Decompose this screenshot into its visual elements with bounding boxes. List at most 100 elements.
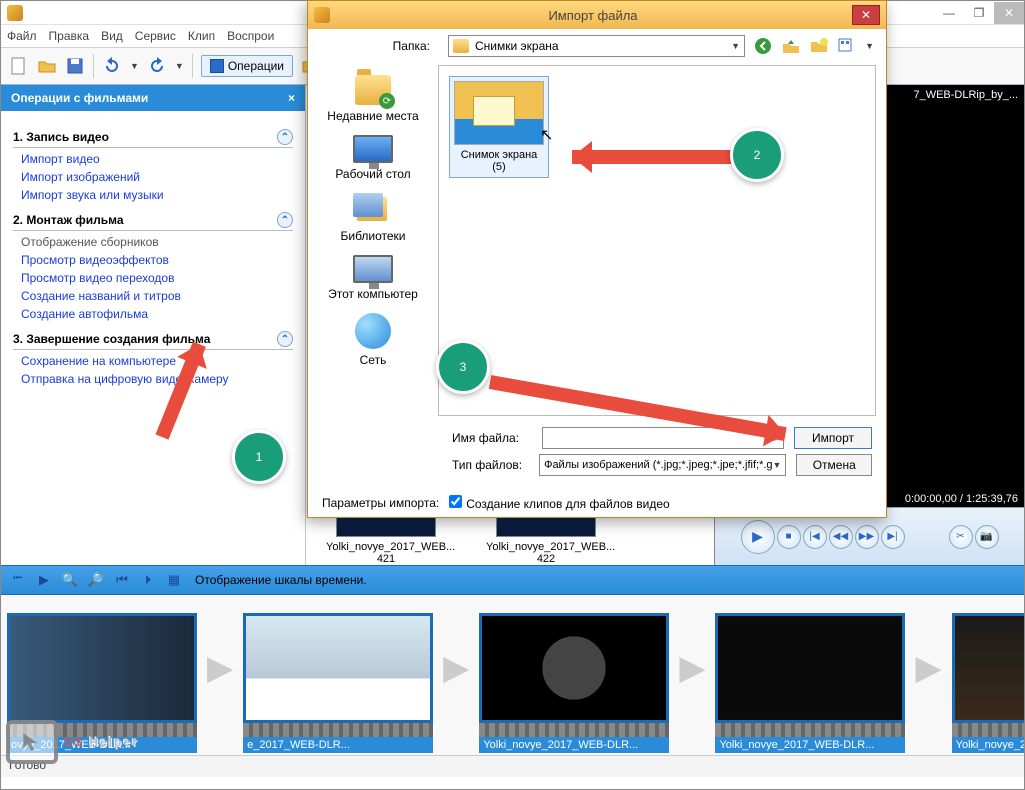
stop-button[interactable]: ■ bbox=[777, 525, 801, 549]
open-icon[interactable] bbox=[37, 56, 57, 76]
redo-icon[interactable] bbox=[147, 56, 167, 76]
dialog-title: Импорт файла bbox=[334, 8, 852, 23]
play-all-icon[interactable]: ⏵ bbox=[139, 571, 157, 589]
skip-back-icon[interactable]: ⭰ bbox=[9, 571, 27, 589]
next-button[interactable]: ▶| bbox=[881, 525, 905, 549]
save-icon[interactable] bbox=[65, 56, 85, 76]
transition-slot[interactable]: ▶ bbox=[207, 613, 233, 723]
callout-1: 1 bbox=[232, 430, 286, 484]
clip-label: Yolki_novye_2017_WEB... 422 bbox=[486, 541, 606, 565]
clip-label: Yolki_novye_2017_WEB... 421 bbox=[326, 541, 446, 565]
place-libraries[interactable]: Библиотеки bbox=[312, 193, 434, 243]
storyboard-clip[interactable]: Yolki_novye_2017_WEB-DLR... bbox=[952, 613, 1024, 753]
preview-timecode: 0:00:00,00 / 1:25:39,76 bbox=[905, 493, 1018, 505]
menu-clip[interactable]: Клип bbox=[188, 29, 215, 43]
filetype-dropdown[interactable]: Файлы изображений (*.jpg;*.jpeg;*.jpe;*.… bbox=[539, 454, 786, 476]
link-import-images[interactable]: Импорт изображений bbox=[21, 170, 293, 184]
text-show-collections: Отображение сборников bbox=[21, 235, 293, 249]
storyboard-clip[interactable]: Yolki_novye_2017_WEB-DLR... bbox=[479, 613, 669, 753]
new-folder-icon[interactable] bbox=[809, 36, 829, 56]
up-folder-icon[interactable] bbox=[781, 36, 801, 56]
link-titles-credits[interactable]: Создание названий и титров bbox=[21, 289, 293, 303]
snapshot-button[interactable]: 📷 bbox=[975, 525, 999, 549]
operations-label: Операции bbox=[228, 59, 284, 73]
filetype-label: Тип файлов: bbox=[452, 458, 539, 472]
place-desktop[interactable]: Рабочий стол bbox=[312, 135, 434, 181]
link-import-audio[interactable]: Импорт звука или музыки bbox=[21, 188, 293, 202]
undo-icon[interactable] bbox=[102, 56, 122, 76]
dialog-toolbar: Папка: Снимки экрана ▼ ▼ bbox=[308, 29, 886, 63]
zoom-out-icon[interactable]: 🔎 bbox=[87, 571, 105, 589]
link-video-transitions[interactable]: Просмотр видео переходов bbox=[21, 271, 293, 285]
maximize-button[interactable]: ❐ bbox=[964, 2, 994, 24]
transition-slot[interactable]: ▶ bbox=[679, 613, 705, 723]
transition-slot[interactable]: ▶ bbox=[443, 613, 469, 723]
statusbar: Готово bbox=[1, 755, 1024, 777]
dialog-icon bbox=[314, 7, 330, 23]
place-computer[interactable]: Этот компьютер bbox=[312, 255, 434, 301]
section-capture-video: 1. Запись видео ⌃ bbox=[13, 129, 293, 148]
timeline-mode-label: Отображение шкалы времени. bbox=[195, 573, 367, 587]
menu-tools[interactable]: Сервис bbox=[135, 29, 176, 43]
chevron-up-icon[interactable]: ⌃ bbox=[277, 212, 293, 228]
file-thumbnail bbox=[454, 81, 544, 145]
dialog-titlebar[interactable]: Импорт файла ✕ bbox=[308, 1, 886, 29]
view-menu-icon[interactable] bbox=[837, 36, 857, 56]
place-network[interactable]: Сеть bbox=[312, 313, 434, 367]
chevron-up-icon[interactable]: ⌃ bbox=[277, 331, 293, 347]
split-button[interactable]: ✂ bbox=[949, 525, 973, 549]
dialog-close-button[interactable]: ✕ bbox=[852, 5, 880, 25]
zoom-in-icon[interactable]: 🔍 bbox=[61, 571, 79, 589]
place-recent[interactable]: ⟳Недавние места bbox=[312, 75, 434, 123]
task-pane-title: Операции с фильмами bbox=[11, 91, 148, 105]
cursor-icon: ↖ bbox=[540, 125, 553, 145]
minimize-button[interactable]: — bbox=[934, 2, 964, 24]
create-clips-checkbox[interactable]: Создание клипов для файлов видео bbox=[449, 495, 669, 511]
app-icon bbox=[7, 5, 23, 21]
storyboard-clip[interactable]: e_2017_WEB-DLR... bbox=[243, 613, 433, 753]
file-label: Снимок экрана (5) bbox=[454, 149, 544, 173]
menu-view[interactable]: Вид bbox=[101, 29, 123, 43]
menu-play[interactable]: Воспрои bbox=[227, 29, 274, 43]
timeline-toolbar: ⭰ ▶ 🔍 🔎 ⏮ ⏵ ▦ Отображение шкалы времени. bbox=[1, 565, 1024, 595]
storyboard-clip[interactable]: Yolki_novye_2017_WEB-DLR... bbox=[715, 613, 905, 753]
filename-label: Имя файла: bbox=[452, 431, 542, 445]
close-button[interactable]: ✕ bbox=[994, 2, 1024, 24]
task-pane-header: Операции с фильмами × bbox=[1, 85, 305, 111]
menu-file[interactable]: Файл bbox=[7, 29, 37, 43]
chevron-up-icon[interactable]: ⌃ bbox=[277, 129, 293, 145]
folder-value: Снимки экрана bbox=[475, 39, 559, 53]
logo-helper: Helper bbox=[89, 735, 138, 749]
menu-edit[interactable]: Правка bbox=[49, 29, 90, 43]
task-pane-close-icon[interactable]: × bbox=[288, 91, 295, 105]
arrow-2 bbox=[572, 150, 732, 164]
new-icon[interactable] bbox=[9, 56, 29, 76]
prev-button[interactable]: |◀ bbox=[803, 525, 827, 549]
play-button[interactable]: ▶ bbox=[741, 520, 775, 554]
import-options-label: Параметры импорта: bbox=[322, 496, 439, 510]
rewind-button[interactable]: ◀◀ bbox=[829, 525, 853, 549]
rewind-timeline-icon[interactable]: ⏮ bbox=[113, 571, 131, 589]
link-video-effects[interactable]: Просмотр видеоэффектов bbox=[21, 253, 293, 267]
timeline-view-icon[interactable]: ▦ bbox=[165, 571, 183, 589]
folder-icon bbox=[453, 39, 469, 53]
folder-dropdown[interactable]: Снимки экрана ▼ bbox=[448, 35, 745, 57]
link-send-camera[interactable]: Отправка на цифровую видеокамеру bbox=[21, 372, 293, 386]
transition-slot[interactable]: ▶ bbox=[915, 613, 941, 723]
section-finish-movie: 3. Завершение создания фильма ⌃ bbox=[13, 331, 293, 350]
cancel-button[interactable]: Отмена bbox=[796, 454, 872, 476]
link-automovie[interactable]: Создание автофильма bbox=[21, 307, 293, 321]
file-list[interactable]: Снимок экрана (5) bbox=[438, 65, 876, 416]
storyboard[interactable]: ovye_2017_WEB-DLR... ▶ e_2017_WEB-DLR...… bbox=[1, 595, 1024, 755]
operations-button[interactable]: Операции bbox=[201, 55, 293, 77]
file-item-selected[interactable]: Снимок экрана (5) bbox=[449, 76, 549, 178]
import-options: Параметры импорта: Создание клипов для ф… bbox=[322, 495, 872, 511]
forward-button[interactable]: ▶▶ bbox=[855, 525, 879, 549]
link-save-computer[interactable]: Сохранение на компьютере bbox=[21, 354, 293, 368]
link-import-video[interactable]: Импорт видео bbox=[21, 152, 293, 166]
back-icon[interactable] bbox=[753, 36, 773, 56]
import-button[interactable]: Импорт bbox=[794, 427, 872, 449]
places-bar: ⟳Недавние места Рабочий стол Библиотеки … bbox=[308, 63, 438, 418]
play-timeline-icon[interactable]: ▶ bbox=[35, 571, 53, 589]
folder-label: Папка: bbox=[320, 39, 440, 53]
